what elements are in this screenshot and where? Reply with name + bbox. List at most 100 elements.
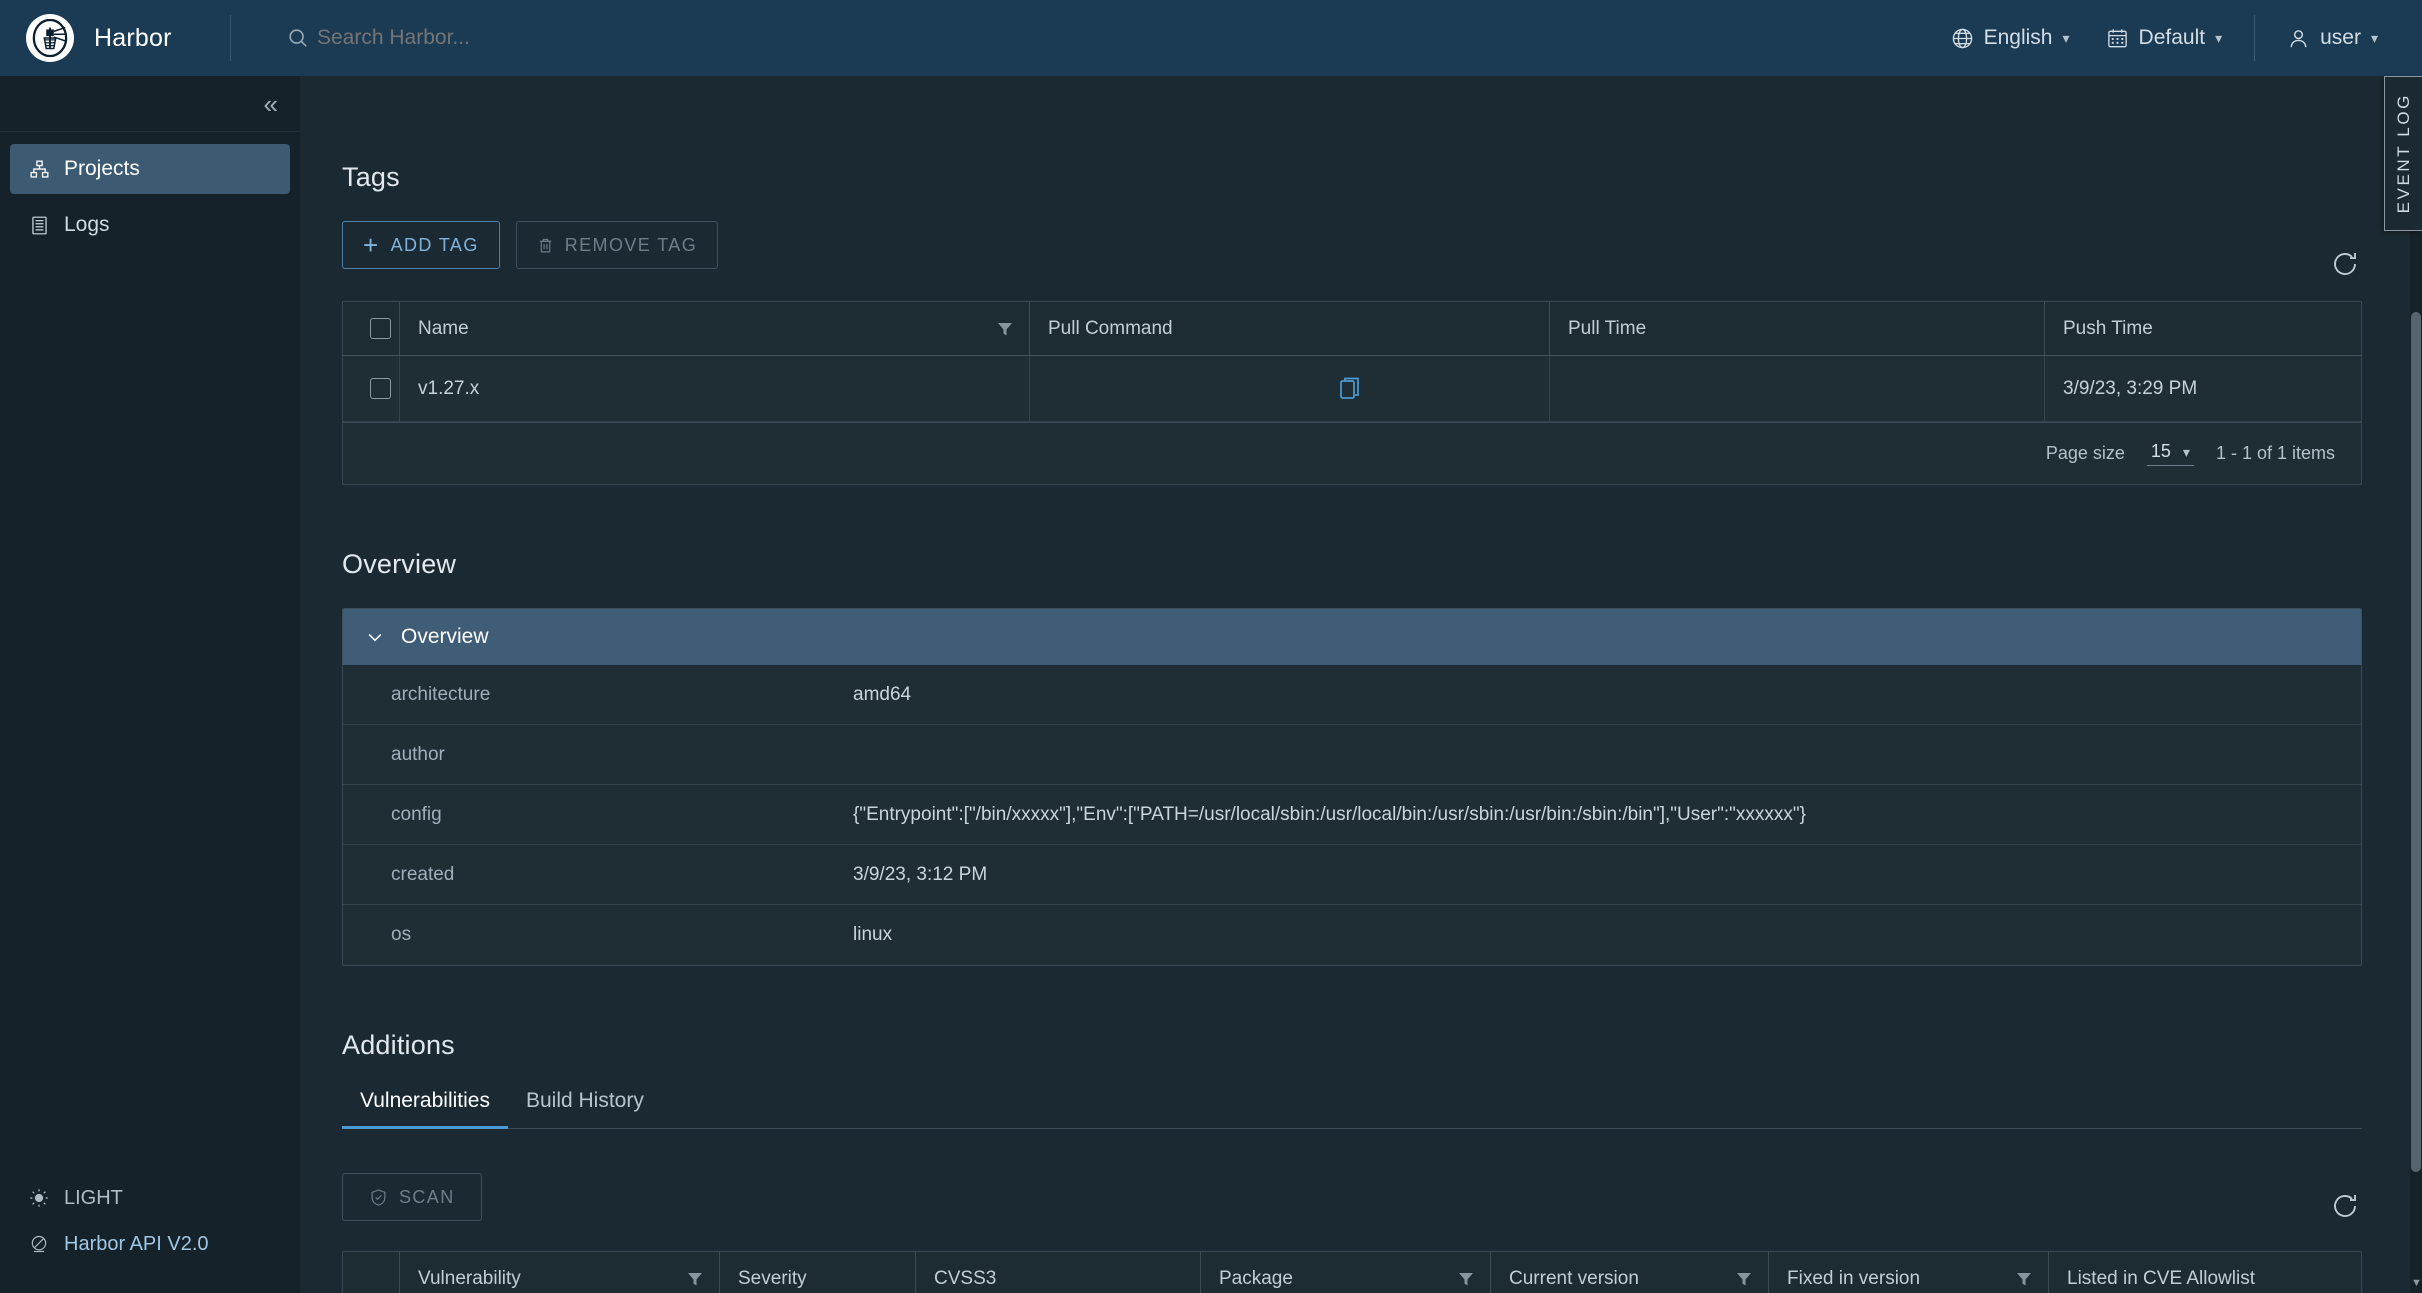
column-label: Package: [1219, 1268, 1293, 1290]
pagination-range: 1 - 1 of 1 items: [2216, 443, 2335, 464]
column-header-vulnerability[interactable]: Vulnerability: [399, 1252, 719, 1293]
search-input[interactable]: [317, 26, 837, 50]
language-selector[interactable]: English ▾: [1933, 0, 2088, 76]
filter-icon[interactable]: [2016, 1271, 2032, 1287]
column-label: Pull Command: [1048, 318, 1173, 340]
overview-row-author: author: [343, 725, 2361, 785]
brand[interactable]: Harbor: [0, 14, 230, 62]
overview-row-architecture: architecture amd64: [343, 665, 2361, 725]
projects-icon: [28, 158, 50, 180]
refresh-icon[interactable]: [2328, 247, 2362, 281]
harbor-api-label: Harbor API V2.0: [64, 1233, 209, 1256]
column-header-package[interactable]: Package: [1200, 1252, 1490, 1293]
filter-icon[interactable]: [1736, 1271, 1752, 1287]
column-label: Listed in CVE Allowlist: [2067, 1268, 2255, 1290]
overview-value: 3/9/23, 3:12 PM: [853, 864, 1007, 886]
copy-icon[interactable]: [1338, 376, 1362, 402]
event-log-tab[interactable]: EVENT LOG: [2384, 76, 2422, 231]
additions-tabs: Vulnerabilities Build History: [342, 1089, 2362, 1129]
chevron-down-icon: [365, 627, 385, 647]
chevron-down-icon: ▾: [2063, 31, 2070, 45]
filter-icon[interactable]: [687, 1271, 703, 1287]
overview-key: os: [343, 924, 853, 946]
sidebar-collapse-row: «: [0, 76, 300, 132]
chevron-down-icon: ▾: [2371, 31, 2378, 45]
expand-column-header: [343, 1252, 399, 1293]
overview-row-config: config {"Entrypoint":["/bin/xxxxx"],"Env…: [343, 785, 2361, 845]
trash-icon: [537, 236, 554, 255]
theme-toggle-light[interactable]: LIGHT: [0, 1175, 300, 1221]
api-icon: [28, 1233, 50, 1255]
column-header-listed-in-cve-allowlist: Listed in CVE Allowlist: [2048, 1252, 2361, 1293]
select-all-checkbox-cell: [343, 302, 399, 355]
page-size-label: Page size: [2046, 443, 2125, 464]
event-log-label: EVENT LOG: [2394, 93, 2414, 213]
calendar-icon: [2106, 27, 2129, 50]
filter-icon[interactable]: [1458, 1271, 1474, 1287]
scan-button[interactable]: SCAN: [342, 1173, 482, 1221]
user-icon: [2287, 27, 2310, 50]
cell-push-time: 3/9/23, 3:29 PM: [2044, 356, 2361, 421]
chevron-down-icon: ▾: [2183, 445, 2190, 459]
table-row[interactable]: v1.27.x 3/9/23, 3:29 PM: [343, 356, 2361, 422]
add-tag-label: ADD TAG: [391, 235, 479, 256]
sidebar-nav: Projects Logs: [0, 132, 300, 256]
tags-grid: Name Pull Command Pull Time Push: [342, 301, 2362, 485]
tab-label: Vulnerabilities: [360, 1089, 490, 1112]
column-label: Severity: [738, 1268, 807, 1290]
user-menu[interactable]: user ▾: [2269, 0, 2396, 76]
column-label: Name: [418, 318, 469, 340]
column-label: Push Time: [2063, 318, 2153, 340]
row-checkbox-cell: [343, 356, 399, 421]
plus-icon: +: [363, 232, 380, 258]
remove-tag-label: REMOVE TAG: [565, 235, 697, 256]
page-size-value: 15: [2151, 441, 2171, 462]
cell-pull-time: [1549, 356, 2044, 421]
overview-value: {"Entrypoint":["/bin/xxxxx"],"Env":["PAT…: [853, 804, 1826, 826]
collapse-sidebar-icon[interactable]: «: [264, 91, 278, 117]
search-box[interactable]: [231, 26, 1933, 50]
cell-tag-name: v1.27.x: [399, 356, 1029, 421]
column-header-fixed-in-version[interactable]: Fixed in version: [1768, 1252, 2048, 1293]
column-header-name[interactable]: Name: [399, 302, 1029, 355]
overview-row-os: os linux: [343, 905, 2361, 965]
sidebar-item-projects[interactable]: Projects: [10, 144, 290, 194]
select-all-checkbox[interactable]: [370, 318, 391, 339]
remove-tag-button[interactable]: REMOVE TAG: [516, 221, 718, 269]
sidebar-item-label: Logs: [64, 213, 110, 237]
project-scope-selector[interactable]: Default ▾: [2088, 0, 2241, 76]
column-label: Pull Time: [1568, 318, 1646, 340]
sidebar-item-logs[interactable]: Logs: [10, 200, 290, 250]
additions-section-title: Additions: [342, 1030, 2362, 1061]
filter-icon[interactable]: [997, 321, 1013, 337]
column-label: CVSS3: [934, 1268, 996, 1290]
page-scrollbar[interactable]: ▲ ▼: [2410, 152, 2422, 1293]
row-checkbox[interactable]: [370, 378, 391, 399]
tab-vulnerabilities[interactable]: Vulnerabilities: [342, 1089, 508, 1129]
theme-toggle-label: LIGHT: [64, 1187, 123, 1210]
tab-label: Build History: [526, 1089, 644, 1112]
overview-accordion-header[interactable]: Overview: [343, 609, 2361, 665]
overview-key: config: [343, 804, 853, 826]
overview-value: amd64: [853, 684, 931, 706]
globe-icon: [1951, 27, 1974, 50]
app-header: Harbor English ▾: [0, 0, 2422, 76]
tab-build-history[interactable]: Build History: [508, 1089, 662, 1129]
overview-accordion: Overview architecture amd64 author confi…: [342, 608, 2362, 966]
harbor-api-link[interactable]: Harbor API V2.0: [0, 1221, 300, 1267]
overview-row-created: created 3/9/23, 3:12 PM: [343, 845, 2361, 905]
tags-section-title: Tags: [342, 162, 2362, 193]
column-label: Current version: [1509, 1268, 1639, 1290]
scroll-down-arrow-icon[interactable]: ▼: [2411, 1278, 2421, 1289]
scan-label: SCAN: [399, 1187, 455, 1208]
scrollbar-thumb[interactable]: [2411, 312, 2421, 1172]
add-tag-button[interactable]: + ADD TAG: [342, 221, 500, 269]
page-size-select[interactable]: 15 ▾: [2147, 441, 2194, 466]
harbor-app: Harbor English ▾: [0, 0, 2422, 1293]
sidebar-bottom: LIGHT Harbor API V2.0: [0, 1175, 300, 1293]
sun-icon: [28, 1187, 50, 1209]
column-header-current-version[interactable]: Current version: [1490, 1252, 1768, 1293]
column-header-push-time: Push Time: [2044, 302, 2361, 355]
refresh-icon[interactable]: [2328, 1189, 2362, 1223]
cell-pull-command: [1029, 356, 1549, 421]
